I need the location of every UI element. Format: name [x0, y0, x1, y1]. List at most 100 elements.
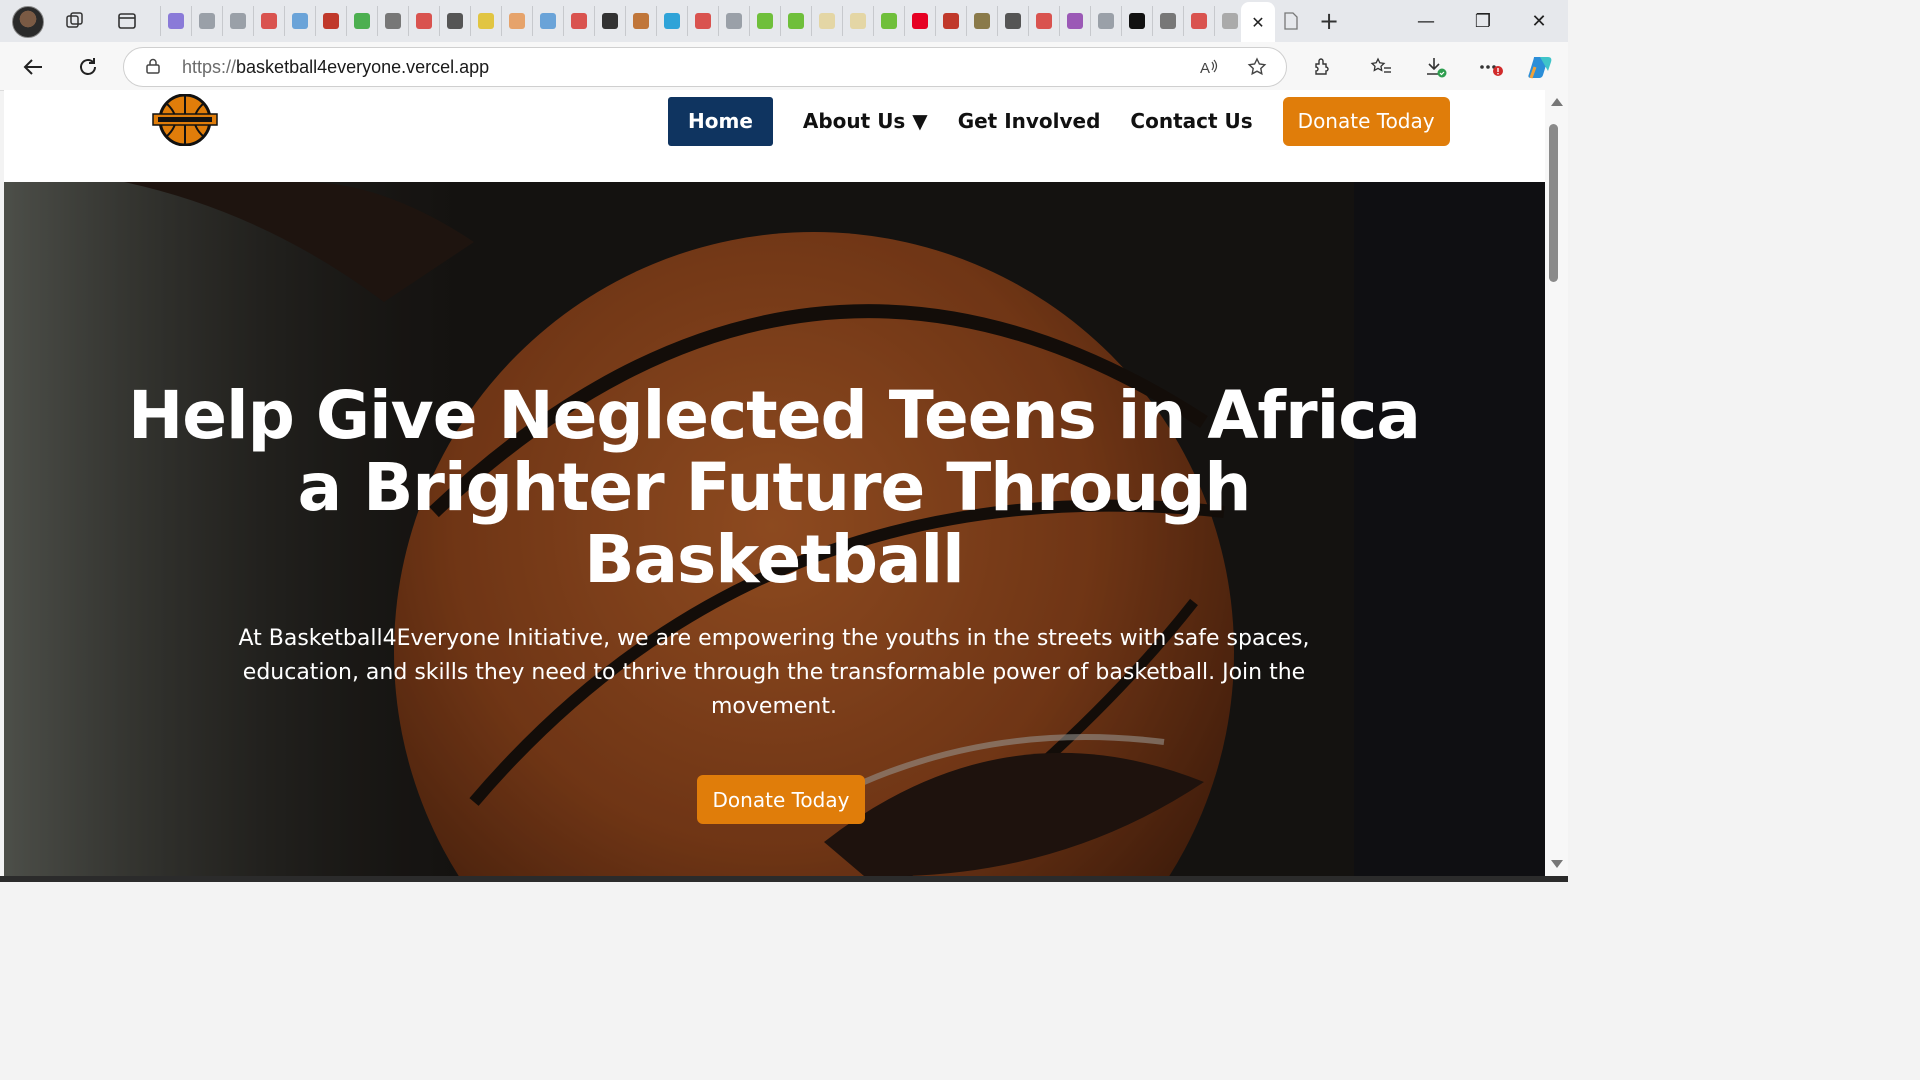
- tab-actions-icon[interactable]: [114, 8, 140, 34]
- nav-get-involved[interactable]: Get Involved: [958, 97, 1101, 146]
- read-aloud-icon[interactable]: A: [1198, 56, 1220, 78]
- workspaces-icon[interactable]: [62, 8, 88, 34]
- tab-s[interactable]: [966, 6, 997, 36]
- url-text[interactable]: https://basketball4everyone.vercel.app: [182, 57, 489, 78]
- pdf-favicon-icon: [695, 13, 711, 29]
- browser-toolbar: https://basketball4everyone.vercel.app A: [0, 42, 1568, 91]
- window-close-icon[interactable]: ✕: [1519, 8, 1559, 34]
- w-favicon-icon: [354, 13, 370, 29]
- refresh-icon[interactable]: [73, 52, 103, 82]
- tab-pdf[interactable]: [687, 6, 718, 36]
- tab-github[interactable]: [594, 6, 625, 36]
- tab-search[interactable]: [222, 6, 253, 36]
- tab-favicon-page[interactable]: [1278, 8, 1304, 34]
- hero-section: Help Give Neglected Teens in Africa a Br…: [4, 182, 1545, 876]
- profile-avatar[interactable]: [12, 6, 44, 38]
- tab-search[interactable]: [1090, 6, 1121, 36]
- nav-donate-button[interactable]: Donate Today: [1282, 96, 1450, 146]
- tab-pdf[interactable]: [315, 6, 346, 36]
- page-favicon-icon: [1222, 13, 1238, 29]
- tab-list: [160, 5, 1245, 37]
- tab-notion[interactable]: [439, 6, 470, 36]
- hero-description: At Basketball4Everyone Initiative, we ar…: [238, 626, 1310, 719]
- tab-circle[interactable]: [811, 6, 842, 36]
- pdf-favicon-icon: [1191, 13, 1207, 29]
- v-favicon-icon: [1067, 13, 1083, 29]
- tab-w[interactable]: [346, 6, 377, 36]
- tab-upwork[interactable]: [749, 6, 780, 36]
- close-tab-icon[interactable]: ✕: [1251, 13, 1264, 32]
- url-host: basketball4everyone.vercel.app: [236, 57, 490, 77]
- nav-home[interactable]: Home: [668, 96, 773, 146]
- upwork-favicon-icon: [757, 13, 773, 29]
- favorites-icon[interactable]: [1366, 52, 1396, 82]
- tab-search[interactable]: [191, 6, 222, 36]
- circle-favicon-icon: [850, 13, 866, 29]
- tab-b[interactable]: [935, 6, 966, 36]
- globe-favicon-icon: [633, 13, 649, 29]
- back-icon[interactable]: [18, 52, 48, 82]
- tab-question[interactable]: [997, 6, 1028, 36]
- favorite-star-icon[interactable]: [1246, 56, 1268, 78]
- tab-doc[interactable]: [1152, 6, 1183, 36]
- search-favicon-icon: [230, 13, 246, 29]
- page-scrollbar[interactable]: [1545, 90, 1568, 876]
- page-viewport: Home About Us ▼ Get Involved Contact Us …: [4, 90, 1545, 876]
- tab-wave[interactable]: [532, 6, 563, 36]
- pdf-favicon-icon: [1036, 13, 1052, 29]
- tab-up[interactable]: [1121, 6, 1152, 36]
- tab-v[interactable]: [1059, 6, 1090, 36]
- tab-search[interactable]: [718, 6, 749, 36]
- edge-favicon-icon: [664, 13, 680, 29]
- main-nav: Home About Us ▼ Get Involved Contact Us …: [668, 96, 1450, 146]
- pdf-favicon-icon: [571, 13, 587, 29]
- tab-upwork[interactable]: [780, 6, 811, 36]
- hero-donate-button[interactable]: Donate Today: [697, 775, 865, 824]
- search-favicon-icon: [1098, 13, 1114, 29]
- tab-pdf[interactable]: [253, 6, 284, 36]
- tab-pinterest[interactable]: [904, 6, 935, 36]
- scroll-up-arrow-icon[interactable]: [1551, 98, 1563, 106]
- active-tab[interactable]: ✕: [1241, 2, 1275, 42]
- scroll-down-arrow-icon[interactable]: [1551, 860, 1563, 868]
- extensions-icon[interactable]: [1307, 52, 1337, 82]
- tab-strip: ✕ + — ❐ ✕: [0, 0, 1568, 42]
- question-favicon-icon: [1005, 13, 1021, 29]
- site-header: Home About Us ▼ Get Involved Contact Us …: [4, 90, 1545, 182]
- nav-contact-us[interactable]: Contact Us: [1130, 97, 1252, 146]
- tab-edge[interactable]: [656, 6, 687, 36]
- search-favicon-icon: [199, 13, 215, 29]
- tab-pdf[interactable]: [563, 6, 594, 36]
- minimize-icon[interactable]: —: [1406, 8, 1446, 34]
- pinterest-favicon-icon: [912, 13, 928, 29]
- tab-pdf[interactable]: [1183, 6, 1214, 36]
- v-favicon-icon: [478, 13, 494, 29]
- hero-title: Help Give Neglected Teens in Africa a Br…: [128, 377, 1421, 598]
- address-bar[interactable]: https://basketball4everyone.vercel.app A: [123, 47, 1287, 87]
- scroll-thumb[interactable]: [1549, 124, 1558, 282]
- tab-doc[interactable]: [377, 6, 408, 36]
- tab-pdf[interactable]: [1028, 6, 1059, 36]
- tab-copilot[interactable]: [160, 6, 191, 36]
- upwork-favicon-icon: [881, 13, 897, 29]
- basketball-logo-icon[interactable]: [152, 94, 218, 146]
- nav-about-us[interactable]: About Us ▼: [803, 97, 928, 146]
- doc-favicon-icon: [1160, 13, 1176, 29]
- new-tab-icon[interactable]: +: [1316, 7, 1342, 35]
- tab-wave[interactable]: [284, 6, 315, 36]
- downloads-icon[interactable]: [1421, 52, 1451, 82]
- github-favicon-icon: [602, 13, 618, 29]
- restore-icon[interactable]: ❐: [1463, 8, 1503, 34]
- more-options-icon[interactable]: [1476, 52, 1506, 82]
- tab-upwork[interactable]: [873, 6, 904, 36]
- lock-icon[interactable]: [146, 58, 160, 74]
- tab-pdf[interactable]: [408, 6, 439, 36]
- tab-hand[interactable]: [501, 6, 532, 36]
- copilot-icon[interactable]: [1525, 52, 1555, 82]
- url-scheme: https://: [182, 57, 237, 77]
- up-favicon-icon: [1129, 13, 1145, 29]
- notion-favicon-icon: [447, 13, 463, 29]
- tab-globe[interactable]: [625, 6, 656, 36]
- tab-circle[interactable]: [842, 6, 873, 36]
- tab-v[interactable]: [470, 6, 501, 36]
